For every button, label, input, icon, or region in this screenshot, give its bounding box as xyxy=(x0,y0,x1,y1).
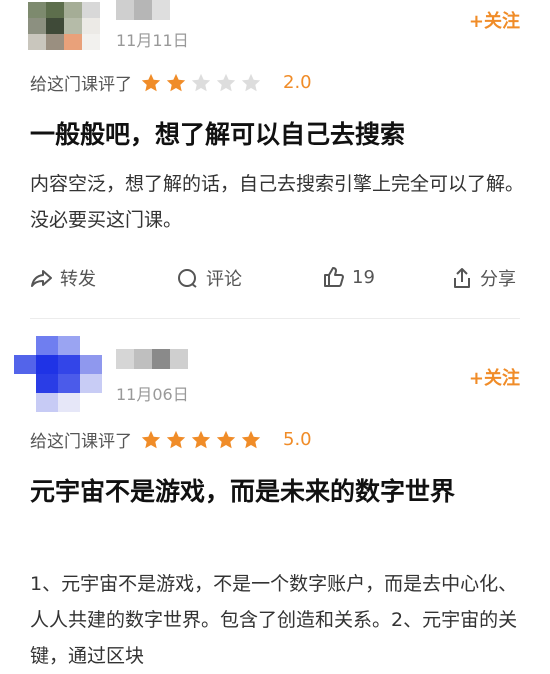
star-empty-icon xyxy=(191,73,211,91)
avatar[interactable] xyxy=(28,2,100,50)
rating-score: 5.0 xyxy=(283,429,312,450)
comment-label: 评论 xyxy=(206,269,242,290)
review-title: 元宇宙不是游戏，而是未来的数字世界 xyxy=(30,477,456,506)
star-filled-icon xyxy=(191,430,211,448)
review-divider xyxy=(30,318,520,319)
star-filled-icon xyxy=(166,430,186,448)
rating-row: 给这门课评了 2.0 xyxy=(30,70,312,95)
rating-label: 给这门课评了 xyxy=(30,432,132,452)
review-actions: 转发 评论 19 分享 xyxy=(0,265,550,295)
review-body: 内容空泛，想了解的话，自己去搜索引擎上完全可以了解。没必要买这门课。 xyxy=(30,173,525,231)
comment-button[interactable]: 评论 xyxy=(176,265,242,291)
rating-row: 给这门课评了 5.0 xyxy=(30,427,312,452)
review-title: 一般般吧，想了解可以自己去搜索 xyxy=(30,120,406,149)
forward-label: 转发 xyxy=(60,269,96,290)
rating-label: 给这门课评了 xyxy=(30,75,132,95)
avatar[interactable] xyxy=(14,336,104,412)
star-filled-icon xyxy=(241,430,261,448)
star-filled-icon xyxy=(141,73,161,91)
review-date: 11月11日 xyxy=(116,31,189,50)
star-empty-icon xyxy=(216,73,236,91)
forward-button[interactable]: 转发 xyxy=(30,265,96,291)
comment-bubble-icon xyxy=(178,269,197,288)
follow-button[interactable]: +关注 xyxy=(469,364,520,390)
rating-score: 2.0 xyxy=(283,72,312,93)
star-filled-icon xyxy=(141,430,161,448)
thumbs-up-icon xyxy=(324,267,344,287)
username-blurred xyxy=(116,349,188,369)
star-rating xyxy=(140,429,265,451)
follow-button[interactable]: +关注 xyxy=(469,7,520,33)
share-label: 分享 xyxy=(480,269,516,290)
star-rating xyxy=(140,72,265,94)
review-body: 1、元宇宙不是游戏，不是一个数字账户，而是去中心化、人人共建的数字世界。包含了创… xyxy=(30,573,518,667)
star-filled-icon xyxy=(166,73,186,91)
review-date: 11月06日 xyxy=(116,385,189,404)
star-filled-icon xyxy=(216,430,236,448)
star-empty-icon xyxy=(241,73,261,91)
username-blurred xyxy=(116,0,170,20)
forward-arrow-icon xyxy=(31,270,52,287)
like-count: 19 xyxy=(352,266,375,288)
share-upload-icon xyxy=(454,268,470,288)
share-button[interactable]: 分享 xyxy=(450,265,516,291)
like-button[interactable]: 19 xyxy=(322,265,375,289)
